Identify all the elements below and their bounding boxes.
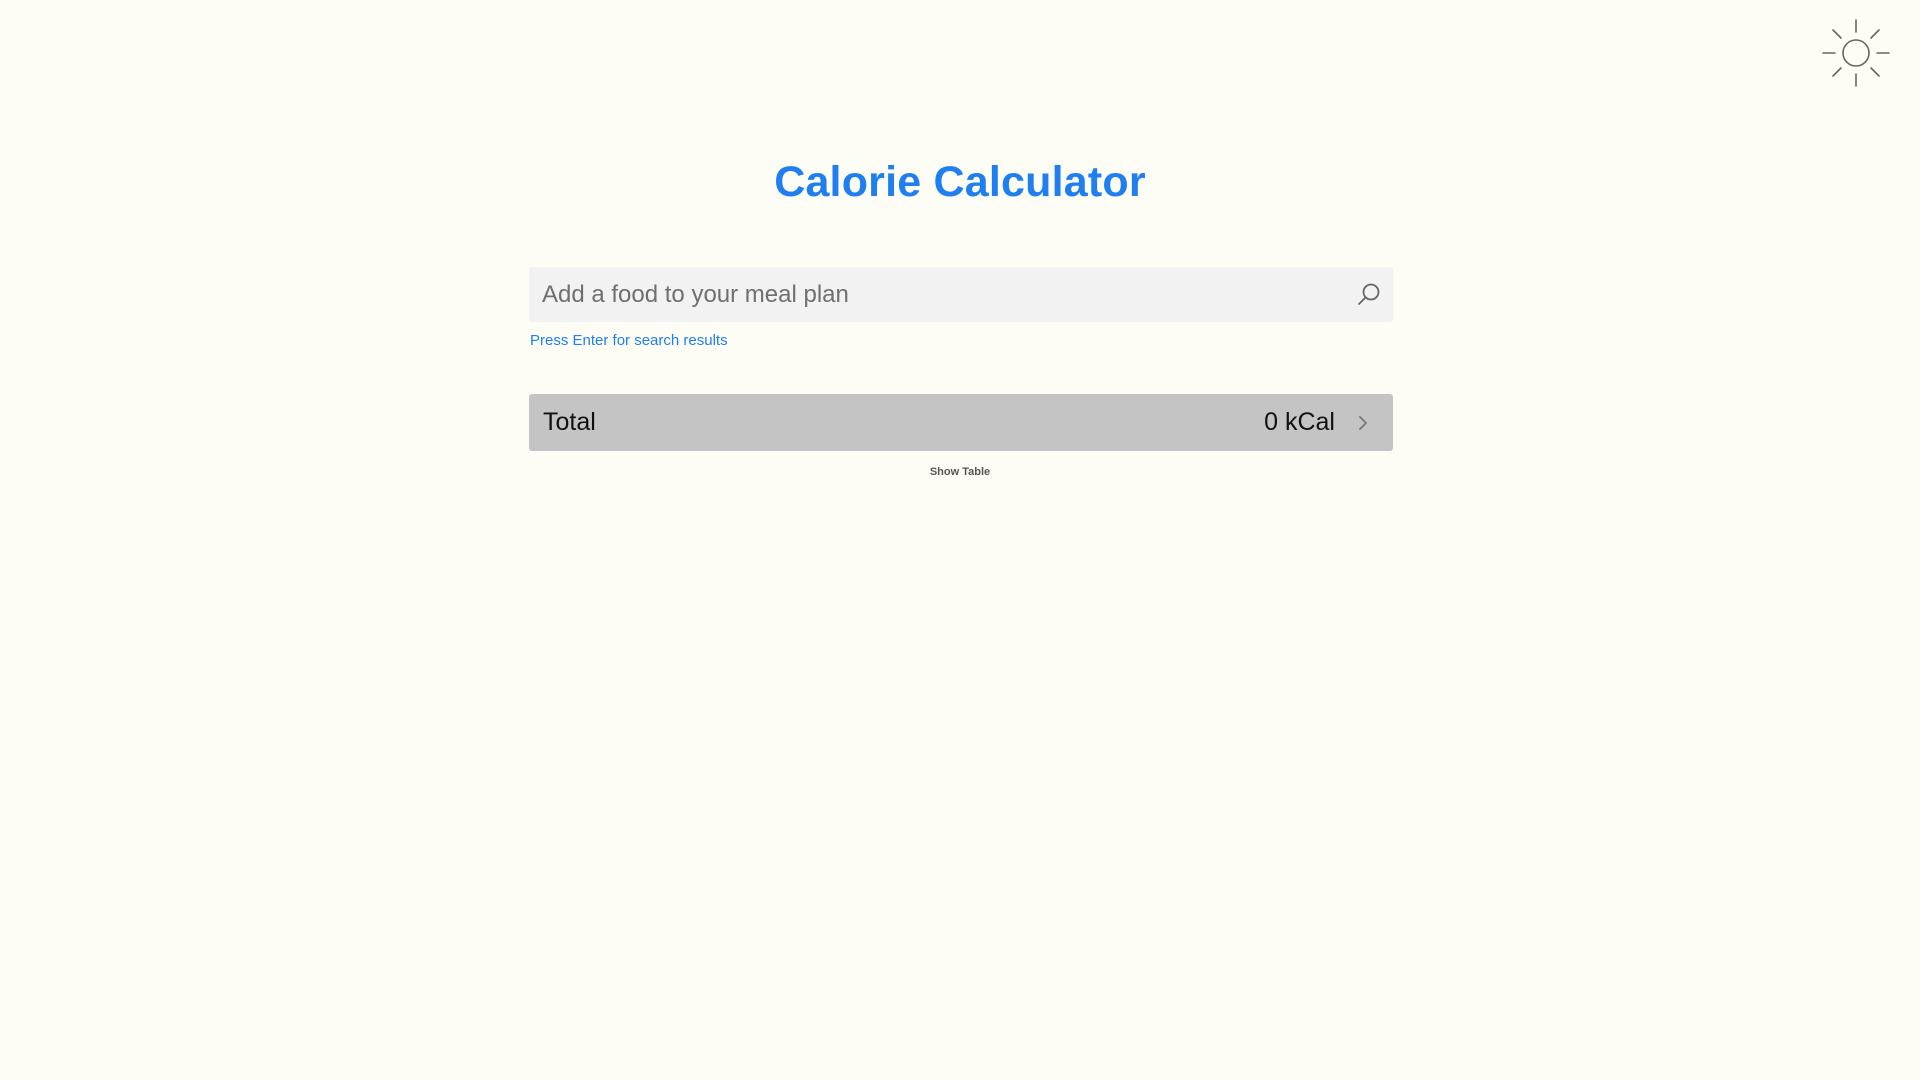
search-box xyxy=(529,267,1393,322)
search-icon[interactable] xyxy=(1355,281,1383,309)
food-search-input[interactable] xyxy=(529,267,1393,322)
chevron-right-icon xyxy=(1359,415,1367,430)
search-hint: Press Enter for search results xyxy=(530,332,728,349)
page-title: Calorie Calculator xyxy=(774,158,1146,206)
total-calories-bar[interactable]: Total 0 kCal xyxy=(529,394,1393,451)
theme-toggle-button[interactable] xyxy=(1821,18,1891,88)
calorie-calculator-page: Calorie Calculator Press Enter for searc… xyxy=(0,0,1920,1080)
sun-icon xyxy=(1822,19,1890,87)
total-label: Total xyxy=(543,408,596,436)
total-value: 0 kCal xyxy=(1264,408,1335,436)
show-table-button[interactable]: Show Table xyxy=(0,466,1920,478)
